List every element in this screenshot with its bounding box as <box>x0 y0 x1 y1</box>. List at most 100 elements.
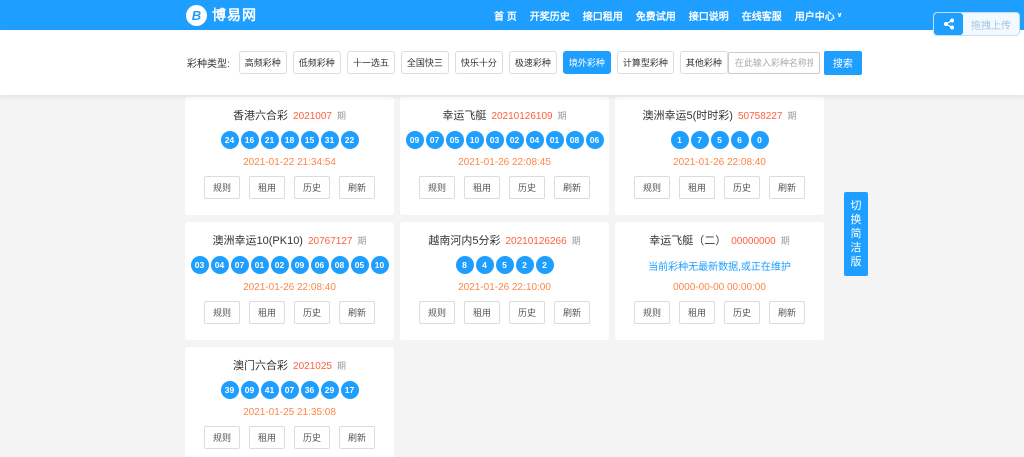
nav-item-api-rent[interactable]: 接口租用 <box>583 8 623 23</box>
card-period: 2021007 <box>293 111 332 122</box>
card-action-history[interactable]: 历史 <box>294 176 330 199</box>
ball-row: 24162118153122 <box>221 131 359 149</box>
filter-option-3[interactable]: 全国快三 <box>401 51 449 74</box>
card-action-refresh[interactable]: 刷新 <box>339 301 375 324</box>
card-period: 20767127 <box>308 236 353 247</box>
card-action-refresh[interactable]: 刷新 <box>769 176 805 199</box>
card-title: 澳门六合彩 <box>233 357 288 373</box>
card-period-suffix: 期 <box>787 109 796 122</box>
card-action-history[interactable]: 历史 <box>294 426 330 449</box>
filter-option-2[interactable]: 十一选五 <box>347 51 395 74</box>
nav-item-home[interactable]: 首 页 <box>494 8 517 23</box>
maintenance-message: 当前彩种无最新数据,或正在维护 <box>648 258 791 273</box>
lottery-ball: 09 <box>406 131 424 149</box>
lottery-ball: 1 <box>671 131 689 149</box>
card-action-history[interactable]: 历史 <box>509 176 545 199</box>
lottery-ball: 09 <box>291 256 309 274</box>
lottery-ball: 08 <box>566 131 584 149</box>
card-action-history[interactable]: 历史 <box>509 301 545 324</box>
card-period: 20210126266 <box>505 236 566 247</box>
card-title-row: 澳洲幸运10(PK10) 20767127 期 <box>213 232 367 248</box>
drag-upload-label: 拖拽上传 <box>963 13 1019 35</box>
card-action-rules[interactable]: 规则 <box>634 176 670 199</box>
lottery-ball: 05 <box>446 131 464 149</box>
filter-options: 高频彩种低频彩种十一选五全国快三快乐十分极速彩种境外彩种计算型彩种其他彩种 <box>239 51 728 74</box>
chevron-down-icon: ∨ <box>837 11 843 19</box>
card-action-refresh[interactable]: 刷新 <box>769 301 805 324</box>
card-action-rent[interactable]: 租用 <box>464 176 500 199</box>
card-period-suffix: 期 <box>337 359 346 372</box>
lottery-ball: 04 <box>211 256 229 274</box>
card-action-history[interactable]: 历史 <box>724 301 760 324</box>
site-logo[interactable]: B 博易网 <box>186 0 257 30</box>
lottery-card: 香港六合彩 2021007 期 24162118153122 2021-01-2… <box>185 97 394 215</box>
search-box: 搜索 <box>728 51 862 75</box>
card-title-row: 幸运飞艇 20210126109 期 <box>442 107 566 123</box>
card-title-row: 幸运飞艇（二） 00000000 期 <box>649 232 790 248</box>
search-button[interactable]: 搜索 <box>824 51 862 75</box>
card-action-rent[interactable]: 租用 <box>249 426 285 449</box>
card-action-history[interactable]: 历史 <box>724 176 760 199</box>
nav-item-free-trial[interactable]: 免费试用 <box>636 8 676 23</box>
card-action-history[interactable]: 历史 <box>294 301 330 324</box>
filter-option-5[interactable]: 极速彩种 <box>509 51 557 74</box>
filter-option-1[interactable]: 低频彩种 <box>293 51 341 74</box>
card-title-row: 澳洲幸运5(时时彩) 50758227 期 <box>643 107 797 123</box>
nav-item-api-docs[interactable]: 接口说明 <box>689 8 729 23</box>
switch-button-char: 简 <box>851 227 862 241</box>
filter-option-6[interactable]: 境外彩种 <box>563 51 611 74</box>
ball-row: 17560 <box>671 131 769 149</box>
card-actions: 规则租用历史刷新 <box>419 301 590 324</box>
card-action-rules[interactable]: 规则 <box>634 301 670 324</box>
lottery-ball: 8 <box>456 256 474 274</box>
card-actions: 规则租用历史刷新 <box>419 176 590 199</box>
drag-upload-widget[interactable]: 拖拽上传 <box>933 12 1020 36</box>
lottery-ball: 06 <box>586 131 604 149</box>
nav-item-online-service[interactable]: 在线客服 <box>742 8 782 23</box>
lottery-card: 澳门六合彩 2021025 期 39094107362917 2021-01-2… <box>185 347 394 457</box>
card-time: 2021-01-22 21:34:54 <box>243 157 336 168</box>
lottery-ball: 24 <box>221 131 239 149</box>
filter-option-7[interactable]: 计算型彩种 <box>617 51 674 74</box>
search-input[interactable] <box>728 52 820 74</box>
card-action-rent[interactable]: 租用 <box>679 176 715 199</box>
ball-row: 03040701020906080510 <box>191 256 389 274</box>
filter-option-8[interactable]: 其他彩种 <box>680 51 728 74</box>
card-action-rent[interactable]: 租用 <box>679 301 715 324</box>
card-action-refresh[interactable]: 刷新 <box>339 176 375 199</box>
card-action-rules[interactable]: 规则 <box>419 176 455 199</box>
filter-option-4[interactable]: 快乐十分 <box>455 51 503 74</box>
card-period: 2021025 <box>293 361 332 372</box>
lottery-ball: 01 <box>546 131 564 149</box>
switch-simple-version-button[interactable]: 切换简洁版 <box>844 192 868 276</box>
card-action-rules[interactable]: 规则 <box>204 176 240 199</box>
card-title-row: 澳门六合彩 2021025 期 <box>233 357 346 373</box>
main-nav: 首 页开奖历史接口租用免费试用接口说明在线客服用户中心∨ <box>494 0 842 30</box>
card-action-refresh[interactable]: 刷新 <box>339 426 375 449</box>
card-time: 2021-01-26 22:08:45 <box>458 157 551 168</box>
card-period: 20210126109 <box>491 111 552 122</box>
lottery-ball: 4 <box>476 256 494 274</box>
nav-item-user-center[interactable]: 用户中心∨ <box>795 8 843 23</box>
card-action-rules[interactable]: 规则 <box>204 426 240 449</box>
filter-option-0[interactable]: 高频彩种 <box>239 51 287 74</box>
card-action-rent[interactable]: 租用 <box>249 176 285 199</box>
card-action-rules[interactable]: 规则 <box>204 301 240 324</box>
lottery-ball: 07 <box>281 381 299 399</box>
card-period: 50758227 <box>738 111 783 122</box>
lottery-ball: 29 <box>321 381 339 399</box>
lottery-ball: 17 <box>341 381 359 399</box>
card-action-rules[interactable]: 规则 <box>419 301 455 324</box>
site-title: 博易网 <box>212 5 257 25</box>
card-action-refresh[interactable]: 刷新 <box>554 301 590 324</box>
lottery-ball: 2 <box>516 256 534 274</box>
card-title: 幸运飞艇 <box>442 107 486 123</box>
card-action-rent[interactable]: 租用 <box>464 301 500 324</box>
card-grid: 香港六合彩 2021007 期 24162118153122 2021-01-2… <box>185 97 826 457</box>
card-action-refresh[interactable]: 刷新 <box>554 176 590 199</box>
card-action-rent[interactable]: 租用 <box>249 301 285 324</box>
nav-item-draw-history[interactable]: 开奖历史 <box>530 8 570 23</box>
lottery-card: 澳洲幸运5(时时彩) 50758227 期 17560 2021-01-26 2… <box>615 97 824 215</box>
logo-icon: B <box>186 5 207 26</box>
lottery-ball: 41 <box>261 381 279 399</box>
